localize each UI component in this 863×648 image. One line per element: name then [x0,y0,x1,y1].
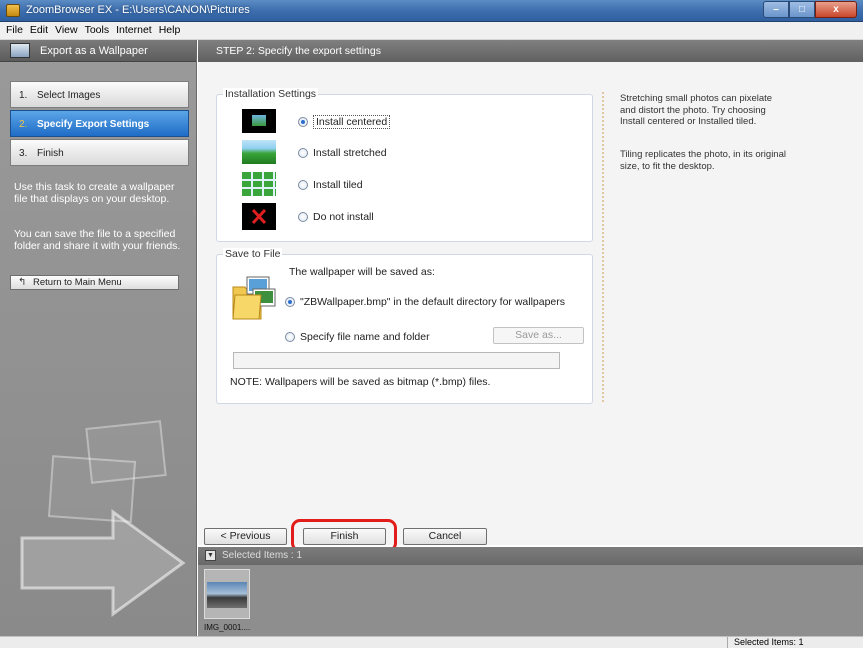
install-tiled-option[interactable]: Install tiled [298,179,363,191]
title-bar: ZoomBrowser EX - E:\Users\CANON\Pictures… [0,0,863,22]
specify-location-radio[interactable] [285,332,295,342]
menu-bar: File Edit View Tools Internet Help [0,22,863,40]
do-not-install-label: Do not install [313,211,374,223]
do-not-install-option[interactable]: Do not install [298,211,374,223]
install-tiled-label: Install tiled [313,179,363,191]
thumbnail-label: IMG_0001.... [204,623,251,632]
install-stretched-label: Install stretched [313,147,387,159]
return-icon: ↰ [18,277,27,288]
help-divider [602,92,604,402]
task-share-description: You can save the file to a specified fol… [14,228,181,252]
default-location-option[interactable]: "ZBWallpaper.bmp" in the default directo… [285,296,565,308]
previous-button[interactable]: < Previous [204,528,287,545]
menu-view[interactable]: View [53,22,83,39]
install-centered-label: Install centered [313,115,391,129]
step-number: 2. [19,119,28,130]
step-number: 3. [19,148,28,159]
centered-preview-icon [242,109,276,133]
step-label: Select Images [37,90,101,101]
collapse-icon[interactable]: ▼ [205,550,216,561]
install-centered-radio[interactable] [298,117,308,127]
default-location-radio[interactable] [285,297,295,307]
status-bar: Selected Items: 1 [0,636,863,648]
return-to-main-menu-button[interactable]: ↰ Return to Main Menu [10,275,179,290]
step-finish[interactable]: 3. Finish [10,139,189,166]
install-stretched-option[interactable]: Install stretched [298,147,387,159]
wallpaper-task-icon [10,43,30,58]
window-title: ZoomBrowser EX - E:\Users\CANON\Pictures [26,4,250,16]
cancel-button[interactable]: Cancel [403,528,487,545]
selected-items-header: ▼ Selected Items : 1 [198,547,863,565]
install-tiled-radio[interactable] [298,180,308,190]
menu-edit[interactable]: Edit [28,22,53,39]
installation-settings-title: Installation Settings [223,88,319,100]
stretch-help-text: Stretching small photos can pixelate and… [620,93,773,127]
close-button[interactable]: x [815,1,857,18]
save-to-file-group: Save to File The wallpaper will be saved… [216,248,593,404]
selected-items-area: ▼ Selected Items : 1 IMG_0001.... [198,547,863,636]
specify-location-label: Specify file name and folder [300,331,430,343]
tiled-preview-icon [242,172,276,196]
save-to-file-title: Save to File [223,248,283,260]
selected-items-count: Selected Items : 1 [222,550,303,561]
task-description: Use this task to create a wallpaper file… [14,181,175,205]
task-panel: Export as a Wallpaper 1. Select Images 2.… [0,40,197,636]
default-location-label: "ZBWallpaper.bmp" in the default directo… [300,296,566,308]
do-not-install-radio[interactable] [298,212,308,222]
window-controls: – □ x [763,1,857,18]
main-panel: STEP 2: Specify the export settings Inst… [198,40,863,545]
folder-images-icon [232,276,276,320]
bitmap-note: NOTE: Wallpapers will be saved as bitmap… [230,376,491,388]
installation-settings-group: Installation Settings Install centered I… [216,88,593,242]
save-caption: The wallpaper will be saved as: [289,266,435,278]
status-selected-items: Selected Items: 1 [734,637,804,647]
menu-tools[interactable]: Tools [83,22,115,39]
menu-file[interactable]: File [4,22,28,39]
step-label: Specify Export Settings [37,119,150,130]
maximize-button[interactable]: □ [789,1,815,18]
menu-help[interactable]: Help [157,22,186,39]
specify-location-option[interactable]: Specify file name and folder [285,331,430,343]
minimize-button[interactable]: – [763,1,789,18]
stretched-preview-icon [242,140,276,164]
install-stretched-radio[interactable] [298,148,308,158]
return-label: Return to Main Menu [33,277,122,288]
step-number: 1. [19,90,28,101]
file-path-field[interactable] [233,352,560,369]
save-as-button[interactable]: Save as... [493,327,584,344]
status-separator [727,637,728,648]
step-title: STEP 2: Specify the export settings [198,40,863,62]
task-header: Export as a Wallpaper [0,40,196,62]
decorative-arrow-graphic [20,509,186,617]
menu-internet[interactable]: Internet [114,22,157,39]
step-select-images[interactable]: 1. Select Images [10,81,189,108]
step-specify-export-settings[interactable]: 2. Specify Export Settings [10,110,189,137]
tiling-help-text: Tiling replicates the photo, in its orig… [620,149,786,172]
selected-image-thumbnail[interactable] [204,569,250,619]
task-title: Export as a Wallpaper [40,45,148,57]
app-icon [6,4,20,17]
step-label: Finish [37,148,64,159]
do-not-install-icon [242,203,276,230]
install-centered-option[interactable]: Install centered [298,115,391,129]
thumbnail-photo [207,582,247,608]
